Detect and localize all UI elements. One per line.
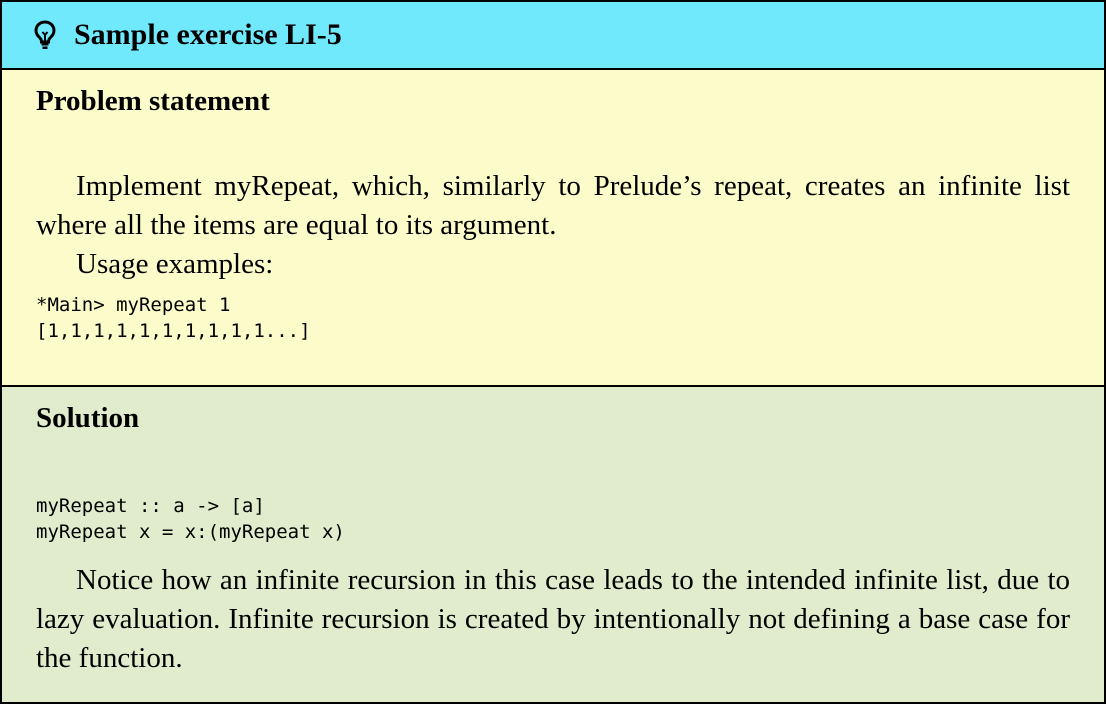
solution-code-line: myRepeat :: a -> [a] [36, 495, 265, 517]
exercise-title: Sample exercise LI-5 [74, 18, 342, 51]
problem-section: Problem statement Implement myRepeat, wh… [2, 70, 1104, 387]
problem-title: Problem statement [36, 85, 270, 117]
usage-label: Usage examples: [76, 248, 274, 280]
exercise-header: Sample exercise LI-5 [2, 2, 1104, 70]
solution-paragraph: Notice how an infinite recursion in this… [36, 564, 1070, 674]
solution-code-line: myRepeat x = x:(myRepeat x) [36, 521, 345, 543]
solution-title: Solution [36, 402, 140, 434]
exercise-box: Sample exercise LI-5 Problem statement I… [0, 0, 1106, 704]
lightbulb-icon [34, 20, 56, 50]
usage-code-line: *Main> myRepeat 1 [36, 294, 231, 316]
usage-code-line: [1,1,1,1,1,1,1,1,1,1...] [36, 320, 311, 342]
problem-paragraph: Implement myRepeat, which, similarly to … [36, 170, 1070, 241]
solution-section: Solution myRepeat :: a -> [a] myRepeat x… [2, 387, 1104, 702]
